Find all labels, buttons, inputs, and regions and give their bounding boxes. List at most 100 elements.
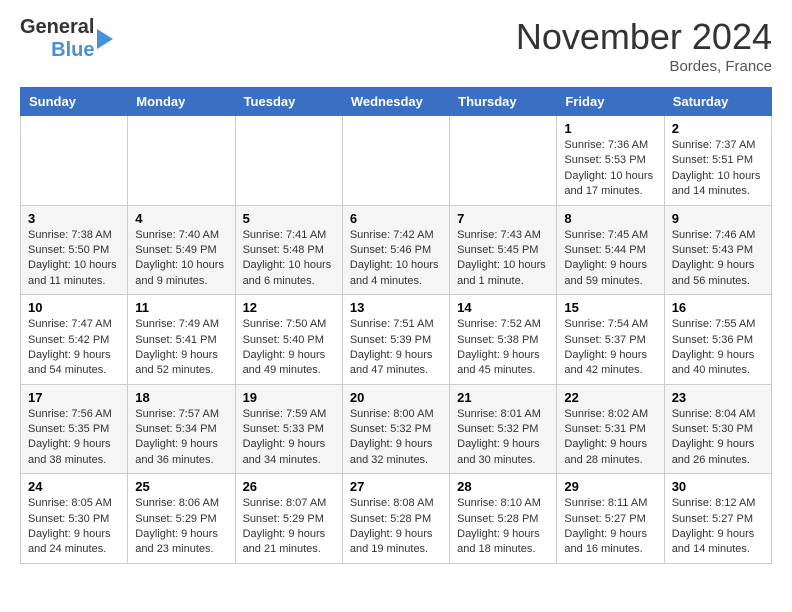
- day-number: 16: [672, 300, 764, 315]
- day-number: 17: [28, 390, 120, 405]
- day-info: Sunrise: 8:08 AM Sunset: 5:28 PM Dayligh…: [350, 496, 442, 558]
- cell-w4-d0: 24 Sunrise: 8:05 AM Sunset: 5:30 PM Dayli…: [21, 474, 128, 564]
- cell-w1-d0: 3 Sunrise: 7:38 AM Sunset: 5:50 PM Daylig…: [21, 205, 128, 295]
- cell-w0-d4: [450, 116, 557, 206]
- cell-w3-d1: 18Sunrise: 7:57 AM Sunset: 5:34 PM Dayli…: [128, 384, 235, 474]
- cell-w1-d5: 8 Sunrise: 7:45 AM Sunset: 5:44 PM Daylig…: [557, 205, 664, 295]
- week-row-3: 10Sunrise: 7:47 AM Sunset: 5:42 PM Dayli…: [21, 295, 772, 385]
- cell-w0-d6: 2 Sunrise: 7:37 AM Sunset: 5:51 PM Daylig…: [664, 116, 771, 206]
- cell-w1-d4: 7 Sunrise: 7:43 AM Sunset: 5:45 PM Daylig…: [450, 205, 557, 295]
- cell-w0-d3: [342, 116, 449, 206]
- day-number: 2: [672, 121, 764, 136]
- cell-w1-d6: 9Sunrise: 7:46 AM Sunset: 5:43 PM Daylig…: [664, 205, 771, 295]
- cell-w2-d3: 13Sunrise: 7:51 AM Sunset: 5:39 PM Dayli…: [342, 295, 449, 385]
- day-number: 14: [457, 300, 549, 315]
- col-monday: Monday: [128, 88, 235, 116]
- day-number: 23: [672, 390, 764, 405]
- col-tuesday: Tuesday: [235, 88, 342, 116]
- page-container: General Blue November 2024 Bordes, Franc…: [0, 0, 792, 580]
- cell-w2-d1: 11 Sunrise: 7:49 AM Sunset: 5:41 PM Dayli…: [128, 295, 235, 385]
- cell-w0-d0: [21, 116, 128, 206]
- day-info: Sunrise: 7:52 AM Sunset: 5:38 PM Dayligh…: [457, 317, 549, 379]
- week-row-5: 24 Sunrise: 8:05 AM Sunset: 5:30 PM Dayli…: [21, 474, 772, 564]
- day-info: Sunrise: 8:04 AM Sunset: 5:30 PM Dayligh…: [672, 407, 764, 469]
- day-number: 7: [457, 211, 549, 226]
- day-info: Sunrise: 8:02 AM Sunset: 5:31 PM Dayligh…: [564, 407, 656, 469]
- day-number: 11: [135, 300, 227, 315]
- cell-w1-d3: 6 Sunrise: 7:42 AM Sunset: 5:46 PM Daylig…: [342, 205, 449, 295]
- col-sunday: Sunday: [21, 88, 128, 116]
- cell-w4-d6: 30 Sunrise: 8:12 AM Sunset: 5:27 PM Dayli…: [664, 474, 771, 564]
- day-info: Sunrise: 7:56 AM Sunset: 5:35 PM Dayligh…: [28, 407, 120, 469]
- day-number: 10: [28, 300, 120, 315]
- day-info: Sunrise: 7:49 AM Sunset: 5:41 PM Dayligh…: [135, 317, 227, 379]
- cell-w4-d4: 28Sunrise: 8:10 AM Sunset: 5:28 PM Dayli…: [450, 474, 557, 564]
- cell-w1-d2: 5 Sunrise: 7:41 AM Sunset: 5:48 PM Daylig…: [235, 205, 342, 295]
- cell-w0-d5: 1 Sunrise: 7:36 AM Sunset: 5:53 PM Daylig…: [557, 116, 664, 206]
- day-info: Sunrise: 7:37 AM Sunset: 5:51 PM Dayligh…: [672, 138, 764, 200]
- day-info: Sunrise: 7:59 AM Sunset: 5:33 PM Dayligh…: [243, 407, 335, 469]
- cell-w2-d6: 16 Sunrise: 7:55 AM Sunset: 5:36 PM Dayli…: [664, 295, 771, 385]
- location: Bordes, France: [516, 58, 772, 75]
- cell-w4-d3: 27 Sunrise: 8:08 AM Sunset: 5:28 PM Dayli…: [342, 474, 449, 564]
- cell-w2-d4: 14 Sunrise: 7:52 AM Sunset: 5:38 PM Dayli…: [450, 295, 557, 385]
- day-number: 21: [457, 390, 549, 405]
- col-saturday: Saturday: [664, 88, 771, 116]
- day-info: Sunrise: 7:41 AM Sunset: 5:48 PM Dayligh…: [243, 228, 335, 290]
- day-number: 30: [672, 479, 764, 494]
- day-info: Sunrise: 8:12 AM Sunset: 5:27 PM Dayligh…: [672, 496, 764, 558]
- day-info: Sunrise: 8:10 AM Sunset: 5:28 PM Dayligh…: [457, 496, 549, 558]
- day-info: Sunrise: 7:50 AM Sunset: 5:40 PM Dayligh…: [243, 317, 335, 379]
- day-info: Sunrise: 7:54 AM Sunset: 5:37 PM Dayligh…: [564, 317, 656, 379]
- day-info: Sunrise: 7:42 AM Sunset: 5:46 PM Dayligh…: [350, 228, 442, 290]
- day-info: Sunrise: 7:38 AM Sunset: 5:50 PM Dayligh…: [28, 228, 120, 290]
- day-info: Sunrise: 8:05 AM Sunset: 5:30 PM Dayligh…: [28, 496, 120, 558]
- day-info: Sunrise: 7:43 AM Sunset: 5:45 PM Dayligh…: [457, 228, 549, 290]
- cell-w3-d2: 19 Sunrise: 7:59 AM Sunset: 5:33 PM Dayli…: [235, 384, 342, 474]
- month-title: November 2024: [516, 16, 772, 58]
- cell-w3-d3: 20 Sunrise: 8:00 AM Sunset: 5:32 PM Dayli…: [342, 384, 449, 474]
- col-friday: Friday: [557, 88, 664, 116]
- day-number: 5: [243, 211, 335, 226]
- day-number: 22: [564, 390, 656, 405]
- cell-w3-d5: 22 Sunrise: 8:02 AM Sunset: 5:31 PM Dayli…: [557, 384, 664, 474]
- cell-w2-d2: 12 Sunrise: 7:50 AM Sunset: 5:40 PM Dayli…: [235, 295, 342, 385]
- day-info: Sunrise: 7:40 AM Sunset: 5:49 PM Dayligh…: [135, 228, 227, 290]
- day-number: 19: [243, 390, 335, 405]
- week-row-1: 1 Sunrise: 7:36 AM Sunset: 5:53 PM Daylig…: [21, 116, 772, 206]
- cell-w0-d2: [235, 116, 342, 206]
- day-number: 1: [564, 121, 656, 136]
- day-number: 27: [350, 479, 442, 494]
- logo-blue: Blue: [51, 39, 94, 62]
- cell-w0-d1: [128, 116, 235, 206]
- cell-w2-d5: 15 Sunrise: 7:54 AM Sunset: 5:37 PM Dayli…: [557, 295, 664, 385]
- calendar-table: Sunday Monday Tuesday Wednesday Thursday…: [20, 87, 772, 564]
- week-row-4: 17 Sunrise: 7:56 AM Sunset: 5:35 PM Dayli…: [21, 384, 772, 474]
- day-number: 25: [135, 479, 227, 494]
- day-number: 20: [350, 390, 442, 405]
- col-wednesday: Wednesday: [342, 88, 449, 116]
- day-number: 12: [243, 300, 335, 315]
- day-number: 29: [564, 479, 656, 494]
- col-thursday: Thursday: [450, 88, 557, 116]
- day-number: 6: [350, 211, 442, 226]
- day-info: Sunrise: 8:00 AM Sunset: 5:32 PM Dayligh…: [350, 407, 442, 469]
- cell-w3-d6: 23 Sunrise: 8:04 AM Sunset: 5:30 PM Dayli…: [664, 384, 771, 474]
- cell-w4-d2: 26 Sunrise: 8:07 AM Sunset: 5:29 PM Dayli…: [235, 474, 342, 564]
- day-number: 8: [564, 211, 656, 226]
- day-number: 26: [243, 479, 335, 494]
- header: General Blue November 2024 Bordes, Franc…: [20, 16, 772, 75]
- title-block: November 2024 Bordes, France: [516, 16, 772, 75]
- day-number: 15: [564, 300, 656, 315]
- day-info: Sunrise: 7:55 AM Sunset: 5:36 PM Dayligh…: [672, 317, 764, 379]
- cell-w3-d4: 21Sunrise: 8:01 AM Sunset: 5:32 PM Dayli…: [450, 384, 557, 474]
- day-info: Sunrise: 8:07 AM Sunset: 5:29 PM Dayligh…: [243, 496, 335, 558]
- day-info: Sunrise: 7:45 AM Sunset: 5:44 PM Dayligh…: [564, 228, 656, 290]
- day-number: 3: [28, 211, 120, 226]
- day-info: Sunrise: 7:36 AM Sunset: 5:53 PM Dayligh…: [564, 138, 656, 200]
- day-number: 4: [135, 211, 227, 226]
- day-info: Sunrise: 8:11 AM Sunset: 5:27 PM Dayligh…: [564, 496, 656, 558]
- logo-general: General: [20, 16, 94, 39]
- day-number: 18: [135, 390, 227, 405]
- day-number: 24: [28, 479, 120, 494]
